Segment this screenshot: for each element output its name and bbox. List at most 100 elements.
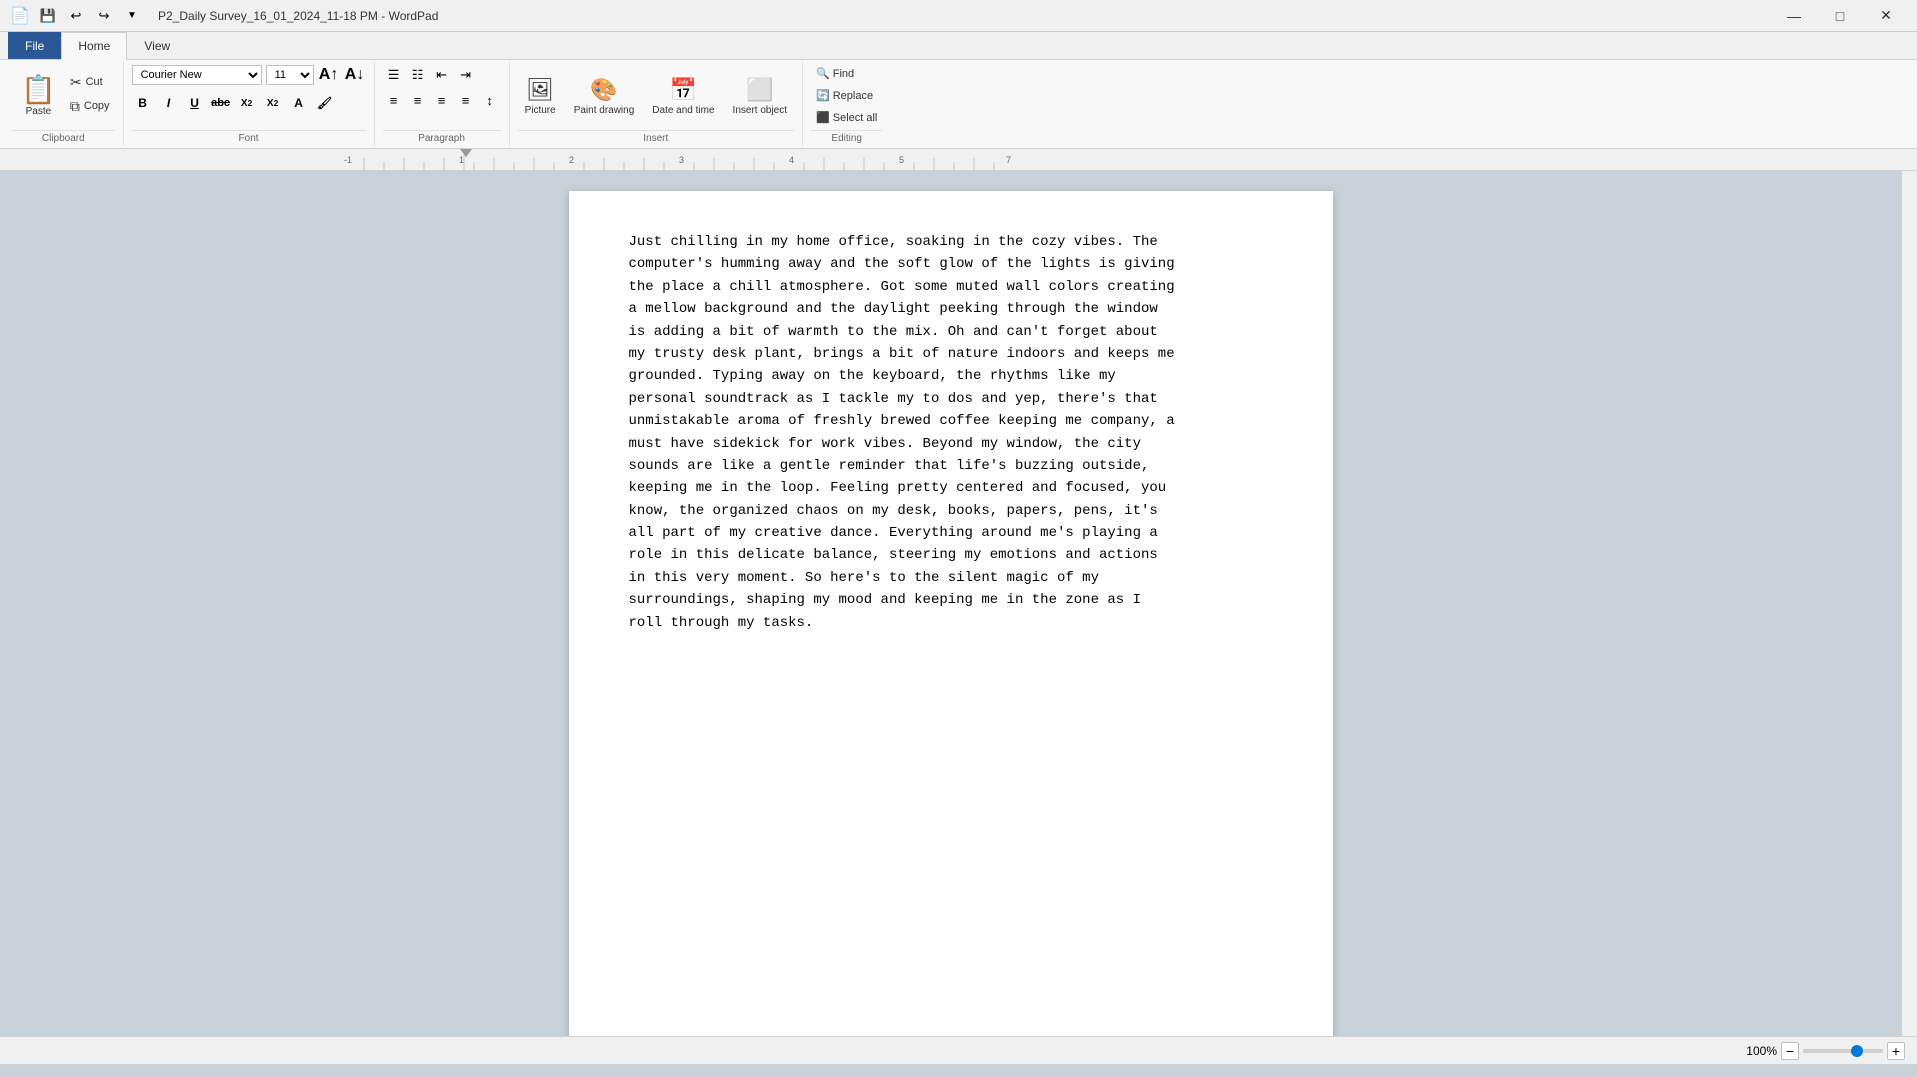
increase-indent-button[interactable]: ⇥ xyxy=(455,64,477,86)
align-left-button[interactable]: ≡ xyxy=(383,89,405,111)
shrink-font-button[interactable]: A↓ xyxy=(344,64,366,86)
replace-icon: 🔄 xyxy=(816,89,830,102)
statusbar: 100% − + xyxy=(0,1036,1917,1064)
justify-button[interactable]: ≡ xyxy=(455,89,477,111)
document-area: Just chilling in my home office, soaking… xyxy=(0,171,1901,1036)
right-indent-marker[interactable] xyxy=(460,149,472,157)
list-buttons-row: ☰ ☷ ⇤ ⇥ xyxy=(383,64,477,86)
ruler: -1 1 2 3 4 xyxy=(0,149,1917,171)
save-button[interactable]: 💾 xyxy=(36,4,60,28)
editing-label: Editing xyxy=(811,130,882,144)
svg-text:5: 5 xyxy=(899,155,904,165)
picture-icon: 🖼 xyxy=(526,77,554,103)
align-center-button[interactable]: ≡ xyxy=(407,89,429,111)
datetime-label: Date and time xyxy=(652,105,714,116)
align-right-button[interactable]: ≡ xyxy=(431,89,453,111)
find-button[interactable]: 🔍 Find xyxy=(811,64,859,83)
font-format-row: B I U abc X2 X2 A 🖌 xyxy=(132,92,336,114)
grow-font-button[interactable]: A↑ xyxy=(318,64,340,86)
svg-text:2: 2 xyxy=(569,155,574,165)
underline-button[interactable]: U xyxy=(184,92,206,114)
window-controls: — □ ✕ xyxy=(1771,0,1909,32)
window-title: P2_Daily Survey_16_01_2024_11-18 PM - Wo… xyxy=(158,9,438,23)
clipboard-group-inner: 📋 Paste ✂ Cut ⧉ Copy xyxy=(12,71,115,122)
italic-button[interactable]: I xyxy=(158,92,180,114)
ruler-body: -1 1 2 3 4 xyxy=(344,149,1917,170)
main-area: Just chilling in my home office, soaking… xyxy=(0,171,1917,1036)
zoom-slider-thumb xyxy=(1851,1045,1863,1057)
editing-buttons: 🔍 Find 🔄 Replace ⬛ Select all xyxy=(811,64,882,128)
insert-object-icon: ⬜ xyxy=(746,77,773,103)
vertical-scrollbar[interactable] xyxy=(1901,171,1917,1036)
select-all-label: Select all xyxy=(833,112,878,124)
titlebar-left: 📄 💾 ↩ ↪ ▼ P2_Daily Survey_16_01_2024_11-… xyxy=(8,4,438,28)
ribbon-tab-bar: File Home View xyxy=(0,32,1917,60)
copy-button[interactable]: ⧉ Copy xyxy=(65,95,115,118)
maximize-button[interactable]: □ xyxy=(1817,0,1863,32)
tab-home[interactable]: Home xyxy=(61,32,127,60)
quick-access-toolbar: 📄 💾 ↩ ↪ ▼ xyxy=(8,4,144,28)
picture-button[interactable]: 🖼 Picture xyxy=(518,72,563,121)
undo-button[interactable]: ↩ xyxy=(64,4,88,28)
superscript-button[interactable]: X2 xyxy=(262,92,284,114)
wordpad-icon: 📄 xyxy=(8,4,32,28)
clipboard-label: Clipboard xyxy=(12,130,115,144)
bold-button[interactable]: B xyxy=(132,92,154,114)
select-all-icon: ⬛ xyxy=(816,111,830,124)
strikethrough-button[interactable]: abc xyxy=(210,92,232,114)
zoom-out-button[interactable]: − xyxy=(1781,1042,1799,1060)
insert-buttons: 🖼 Picture 🎨 Paint drawing 📅 Date and tim… xyxy=(518,64,794,128)
redo-button[interactable]: ↪ xyxy=(92,4,116,28)
select-all-button[interactable]: ⬛ Select all xyxy=(811,108,882,127)
find-icon: 🔍 xyxy=(816,67,830,80)
copy-icon: ⧉ xyxy=(70,98,80,115)
line-spacing-button[interactable]: ↕ xyxy=(479,89,501,111)
titlebar: 📄 💾 ↩ ↪ ▼ P2_Daily Survey_16_01_2024_11-… xyxy=(0,0,1917,32)
ruler-marks: -1 1 2 3 4 xyxy=(344,149,1917,170)
ordered-list-button[interactable]: ☷ xyxy=(407,64,429,86)
zoom-controls: 100% − + xyxy=(1746,1042,1905,1060)
replace-button[interactable]: 🔄 Replace xyxy=(811,86,878,105)
minimize-button[interactable]: — xyxy=(1771,0,1817,32)
font-controls: Courier New 11 A↑ A↓ B I U abc X2 X2 A xyxy=(132,64,366,128)
font-size-select[interactable]: 11 xyxy=(266,65,314,85)
zoom-slider[interactable] xyxy=(1803,1049,1883,1053)
paste-label: Paste xyxy=(26,106,52,117)
subscript-button[interactable]: X2 xyxy=(236,92,258,114)
paste-button[interactable]: 📋 Paste xyxy=(12,71,65,122)
cut-label: Cut xyxy=(86,76,103,88)
close-button[interactable]: ✕ xyxy=(1863,0,1909,32)
date-time-button[interactable]: 📅 Date and time xyxy=(645,72,721,121)
cut-copy-buttons: ✂ Cut ⧉ Copy xyxy=(65,71,115,122)
font-color-button[interactable]: A xyxy=(288,92,310,114)
insert-object-label: Insert object xyxy=(733,105,787,116)
paragraph-group: ☰ ☷ ⇤ ⇥ ≡ ≡ ≡ ≡ ↕ Paragraph xyxy=(375,62,510,146)
svg-text:4: 4 xyxy=(789,155,794,165)
ribbon-content: 📋 Paste ✂ Cut ⧉ Copy Cli xyxy=(0,60,1917,148)
replace-label: Replace xyxy=(833,90,873,102)
zoom-in-button[interactable]: + xyxy=(1887,1042,1905,1060)
cut-button[interactable]: ✂ Cut xyxy=(65,71,115,94)
picture-label: Picture xyxy=(525,105,556,116)
unordered-list-button[interactable]: ☰ xyxy=(383,64,405,86)
decrease-indent-button[interactable]: ⇤ xyxy=(431,64,453,86)
font-family-select[interactable]: Courier New xyxy=(132,65,262,85)
tab-file[interactable]: File xyxy=(8,32,61,59)
document-page: Just chilling in my home office, soaking… xyxy=(569,191,1333,1036)
svg-text:-1: -1 xyxy=(344,155,352,165)
document-text[interactable]: Just chilling in my home office, soaking… xyxy=(629,231,1273,634)
highlight-button[interactable]: 🖌 xyxy=(314,92,336,114)
paste-icon: 📋 xyxy=(21,76,56,104)
align-buttons-row: ≡ ≡ ≡ ≡ ↕ xyxy=(383,89,501,111)
clipboard-buttons: 📋 Paste ✂ Cut ⧉ Copy xyxy=(12,64,115,128)
datetime-icon: 📅 xyxy=(670,77,697,103)
font-selector-row: Courier New 11 A↑ A↓ xyxy=(132,64,366,86)
paint-drawing-button[interactable]: 🎨 Paint drawing xyxy=(567,72,642,121)
tab-view[interactable]: View xyxy=(127,32,187,59)
find-label: Find xyxy=(833,68,854,80)
qat-dropdown[interactable]: ▼ xyxy=(120,4,144,28)
cut-icon: ✂ xyxy=(70,74,82,91)
insert-group: 🖼 Picture 🎨 Paint drawing 📅 Date and tim… xyxy=(510,62,803,146)
insert-object-button[interactable]: ⬜ Insert object xyxy=(726,72,794,121)
paint-icon: 🎨 xyxy=(590,77,617,103)
